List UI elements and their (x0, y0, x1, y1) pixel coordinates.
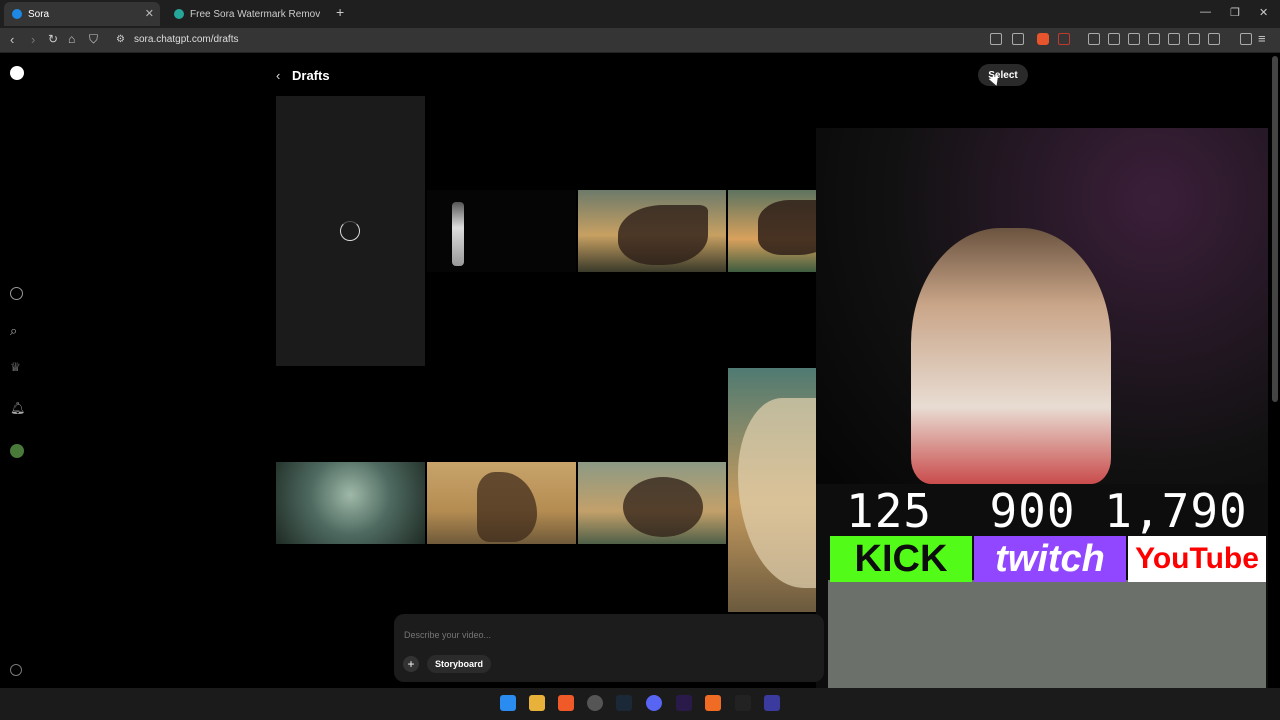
forward-icon[interactable]: › (31, 32, 35, 47)
share-icon[interactable] (1012, 33, 1024, 45)
back-icon[interactable]: ‹ (10, 32, 14, 47)
search-icon[interactable]: ⌕ (10, 323, 24, 338)
print-icon[interactable] (1168, 33, 1180, 45)
draft-thumbnail[interactable] (578, 462, 726, 544)
trophy-icon[interactable]: ♕ (10, 360, 24, 374)
spinner-icon (340, 221, 360, 241)
webcam-feed (816, 128, 1268, 484)
discord-icon[interactable] (646, 695, 662, 711)
close-window-icon[interactable]: ✕ (1259, 6, 1268, 19)
kick-logo: KICK (830, 536, 972, 582)
tab-search-icon[interactable] (1088, 33, 1100, 45)
brave-icon[interactable] (558, 695, 574, 711)
reload-icon[interactable]: ↻ (48, 32, 58, 46)
rewards-icon[interactable] (1058, 33, 1070, 45)
tab-label: Sora (28, 8, 50, 20)
music-icon[interactable] (1240, 33, 1252, 45)
more-icon[interactable] (10, 664, 22, 676)
draft-loading-card[interactable] (276, 96, 425, 366)
app-icon[interactable] (705, 695, 721, 711)
draft-thumbnail[interactable] (276, 462, 425, 544)
prompt-input[interactable] (402, 624, 806, 646)
bell-icon[interactable]: 🔔︎ (10, 401, 25, 415)
close-tab-icon[interactable]: ✕ (145, 7, 154, 20)
scrollbar[interactable] (1272, 56, 1278, 402)
sora-logo-icon[interactable] (10, 66, 24, 80)
screen-icon[interactable] (990, 33, 1002, 45)
youtube-logo: YouTube (1128, 536, 1266, 582)
site-info-icon[interactable]: ⚙ (116, 34, 125, 45)
play-icon[interactable] (10, 287, 23, 300)
select-button[interactable]: Select (978, 64, 1028, 86)
obs-icon[interactable] (587, 695, 603, 711)
tab-sora[interactable]: Sora ✕ (4, 2, 160, 26)
key-icon[interactable] (1148, 33, 1160, 45)
draft-thumbnail[interactable] (578, 190, 726, 272)
file-explorer-icon[interactable] (529, 695, 545, 711)
prompt-composer: + Storyboard (394, 614, 824, 682)
kick-app-icon[interactable] (764, 695, 780, 711)
brave-shield-icon[interactable] (1037, 33, 1049, 45)
steam-icon[interactable] (616, 695, 632, 711)
sora-favicon-icon (12, 9, 22, 19)
menu-icon[interactable]: ≡ (1258, 31, 1266, 46)
qr-icon[interactable] (1188, 33, 1200, 45)
start-icon[interactable] (500, 695, 516, 711)
storyboard-button[interactable]: Storyboard (427, 655, 492, 673)
watermark-remover-favicon-icon (174, 9, 184, 19)
windows-taskbar (0, 688, 1280, 720)
draft-thumbnail[interactable] (427, 462, 576, 544)
url-field[interactable]: sora.chatgpt.com/drafts (134, 34, 239, 45)
draft-thumbnail[interactable] (427, 190, 576, 272)
avatar[interactable] (10, 444, 24, 458)
epic-games-icon[interactable] (735, 695, 751, 711)
bookmark-icon[interactable]: ⛉ (89, 32, 98, 47)
back-chevron-icon[interactable]: ‹ (276, 68, 280, 83)
wallet-icon[interactable] (1128, 33, 1140, 45)
tab-watermark-remover[interactable]: Free Sora Watermark Remover – One (166, 2, 328, 26)
tab-label: Free Sora Watermark Remover – One (190, 8, 320, 20)
new-tab-icon[interactable]: + (336, 4, 344, 20)
cast-icon[interactable] (1208, 33, 1220, 45)
home-icon[interactable]: ⌂ (68, 32, 75, 46)
twitch-logo: twitch (974, 536, 1126, 582)
premiere-icon[interactable] (676, 695, 692, 711)
address-bar: ‹ › ↻ ⌂ ⛉ ⚙ sora.chatgpt.com/drafts ≡ (0, 28, 1280, 53)
page-title: Drafts (292, 68, 330, 83)
minimize-icon[interactable]: — (1200, 6, 1211, 18)
browser-tab-bar: Sora ✕ Free Sora Watermark Remover – One… (0, 0, 1280, 28)
download-icon[interactable] (1108, 33, 1120, 45)
restore-icon[interactable]: ❐ (1230, 6, 1240, 19)
follower-counts: 125 900 1,790 (846, 484, 1248, 538)
add-icon[interactable]: + (403, 656, 419, 672)
